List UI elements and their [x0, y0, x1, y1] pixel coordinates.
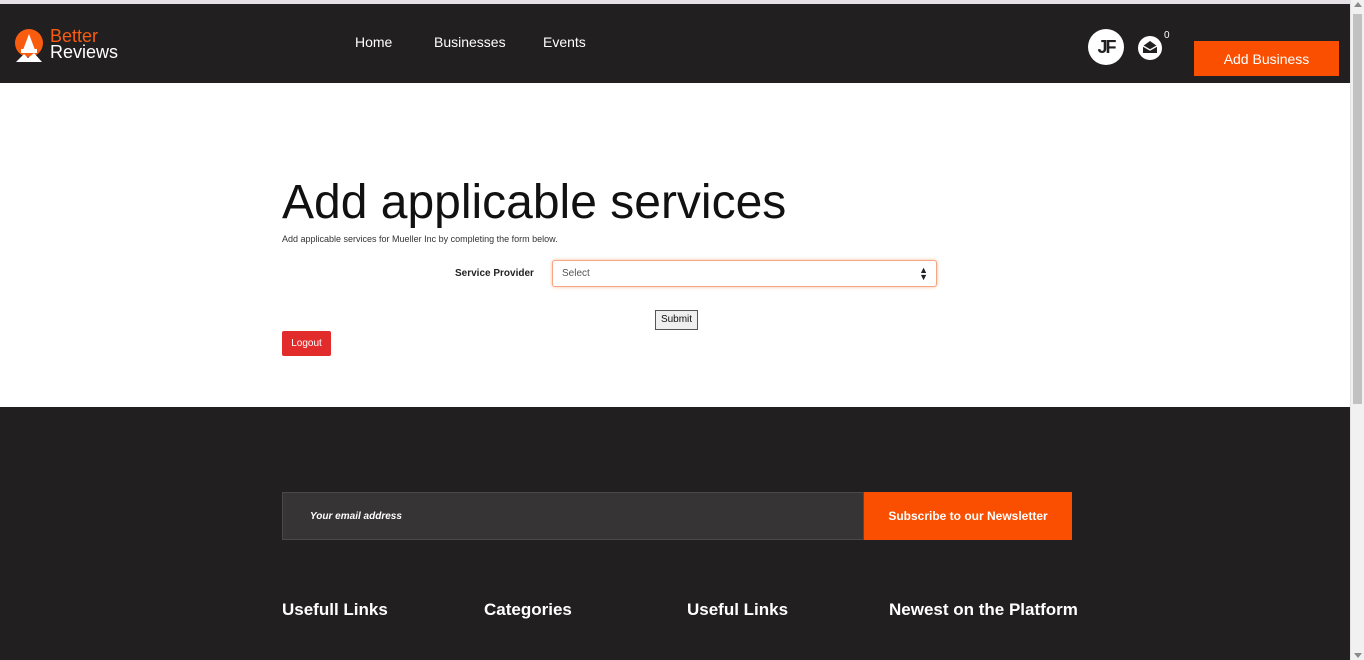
avatar[interactable]: JF — [1088, 29, 1124, 65]
service-provider-select[interactable]: Select ▲ ▼ — [552, 260, 937, 287]
header: Better Reviews Home Businesses Events JF… — [0, 4, 1350, 83]
select-arrows-icon: ▲ ▼ — [919, 265, 928, 282]
page-title: Add applicable services — [282, 176, 787, 229]
footer-heading-usefull-links: Usefull Links — [282, 600, 388, 619]
page-subtitle: Add applicable services for Mueller Inc … — [282, 234, 558, 244]
add-business-button[interactable]: Add Business — [1194, 41, 1339, 76]
scrollbar[interactable] — [1350, 0, 1364, 660]
mail-icon[interactable] — [1138, 36, 1162, 60]
submit-button[interactable]: Submit — [655, 310, 698, 330]
email-placeholder: Your email address — [310, 511, 402, 522]
logout-button[interactable]: Logout — [282, 331, 331, 356]
nav-events[interactable]: Events — [543, 34, 586, 50]
logo-icon — [15, 29, 43, 62]
brand-line2: Reviews — [50, 42, 119, 62]
scroll-up-icon[interactable] — [1354, 2, 1362, 7]
nav-businesses[interactable]: Businesses — [434, 34, 506, 50]
subscribe-button[interactable]: Subscribe to our Newsletter — [864, 492, 1072, 540]
newsletter-email-input[interactable]: Your email address — [282, 492, 864, 540]
footer-heading-categories: Categories — [484, 600, 572, 619]
mail-count-badge: 0 — [1164, 30, 1170, 41]
footer-heading-useful-links: Useful Links — [687, 600, 789, 619]
nav-home[interactable]: Home — [355, 34, 392, 50]
scroll-thumb[interactable] — [1353, 14, 1362, 404]
footer: Your email address Subscribe to our News… — [0, 407, 1350, 660]
logo[interactable]: Better Reviews — [12, 27, 122, 68]
scroll-down-icon[interactable] — [1354, 653, 1362, 658]
service-provider-label: Service Provider — [455, 268, 534, 279]
select-value: Select — [562, 268, 590, 279]
footer-heading-newest: Newest on the Platform — [889, 600, 1078, 619]
